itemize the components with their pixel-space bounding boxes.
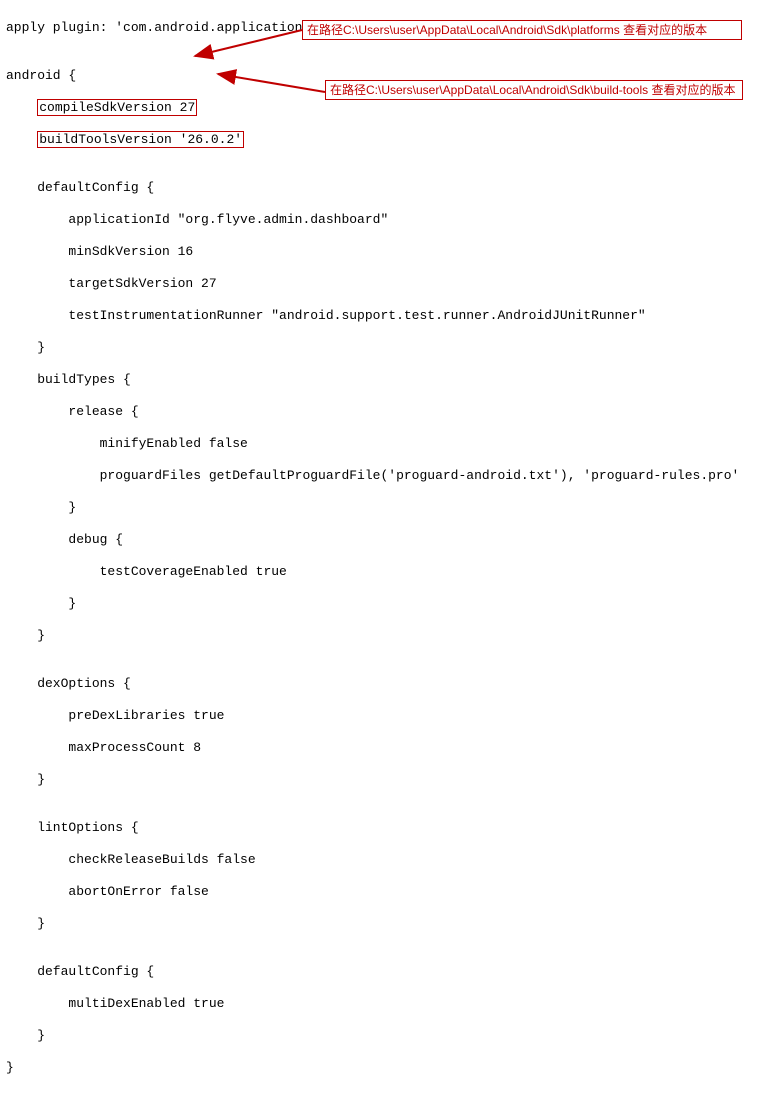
code-line: } [6,1060,757,1076]
code-line: compileSdkVersion 27 [6,100,757,116]
code-block: apply plugin: 'com.android.application' … [0,0,763,1096]
code-line: preDexLibraries true [6,708,757,724]
code-line: testCoverageEnabled true [6,564,757,580]
highlight-buildtools: buildToolsVersion '26.0.2' [37,131,244,148]
indent [6,132,37,147]
code-line: proguardFiles getDefaultProguardFile('pr… [6,468,757,484]
code-line: dexOptions { [6,676,757,692]
code-line: targetSdkVersion 27 [6,276,757,292]
code-line: defaultConfig { [6,964,757,980]
code-line: } [6,916,757,932]
code-line: } [6,628,757,644]
code-line: } [6,340,757,356]
code-line: buildTypes { [6,372,757,388]
code-line: } [6,596,757,612]
code-line: defaultConfig { [6,180,757,196]
code-line: minifyEnabled false [6,436,757,452]
code-line: maxProcessCount 8 [6,740,757,756]
annotation-callout-platforms: 在路径C:\Users\user\AppData\Local\Android\S… [302,20,742,40]
indent [6,100,37,115]
code-line: abortOnError false [6,884,757,900]
code-line: } [6,500,757,516]
code-line: multiDexEnabled true [6,996,757,1012]
highlight-compilesdk: compileSdkVersion 27 [37,99,197,116]
code-line: checkReleaseBuilds false [6,852,757,868]
code-line: } [6,772,757,788]
code-line: applicationId "org.flyve.admin.dashboard… [6,212,757,228]
code-line: debug { [6,532,757,548]
code-line: release { [6,404,757,420]
code-line: lintOptions { [6,820,757,836]
code-line: testInstrumentationRunner "android.suppo… [6,308,757,324]
code-line: minSdkVersion 16 [6,244,757,260]
code-line: } [6,1028,757,1044]
annotation-callout-buildtools: 在路径C:\Users\user\AppData\Local\Android\S… [325,80,743,100]
code-line: buildToolsVersion '26.0.2' [6,132,757,148]
